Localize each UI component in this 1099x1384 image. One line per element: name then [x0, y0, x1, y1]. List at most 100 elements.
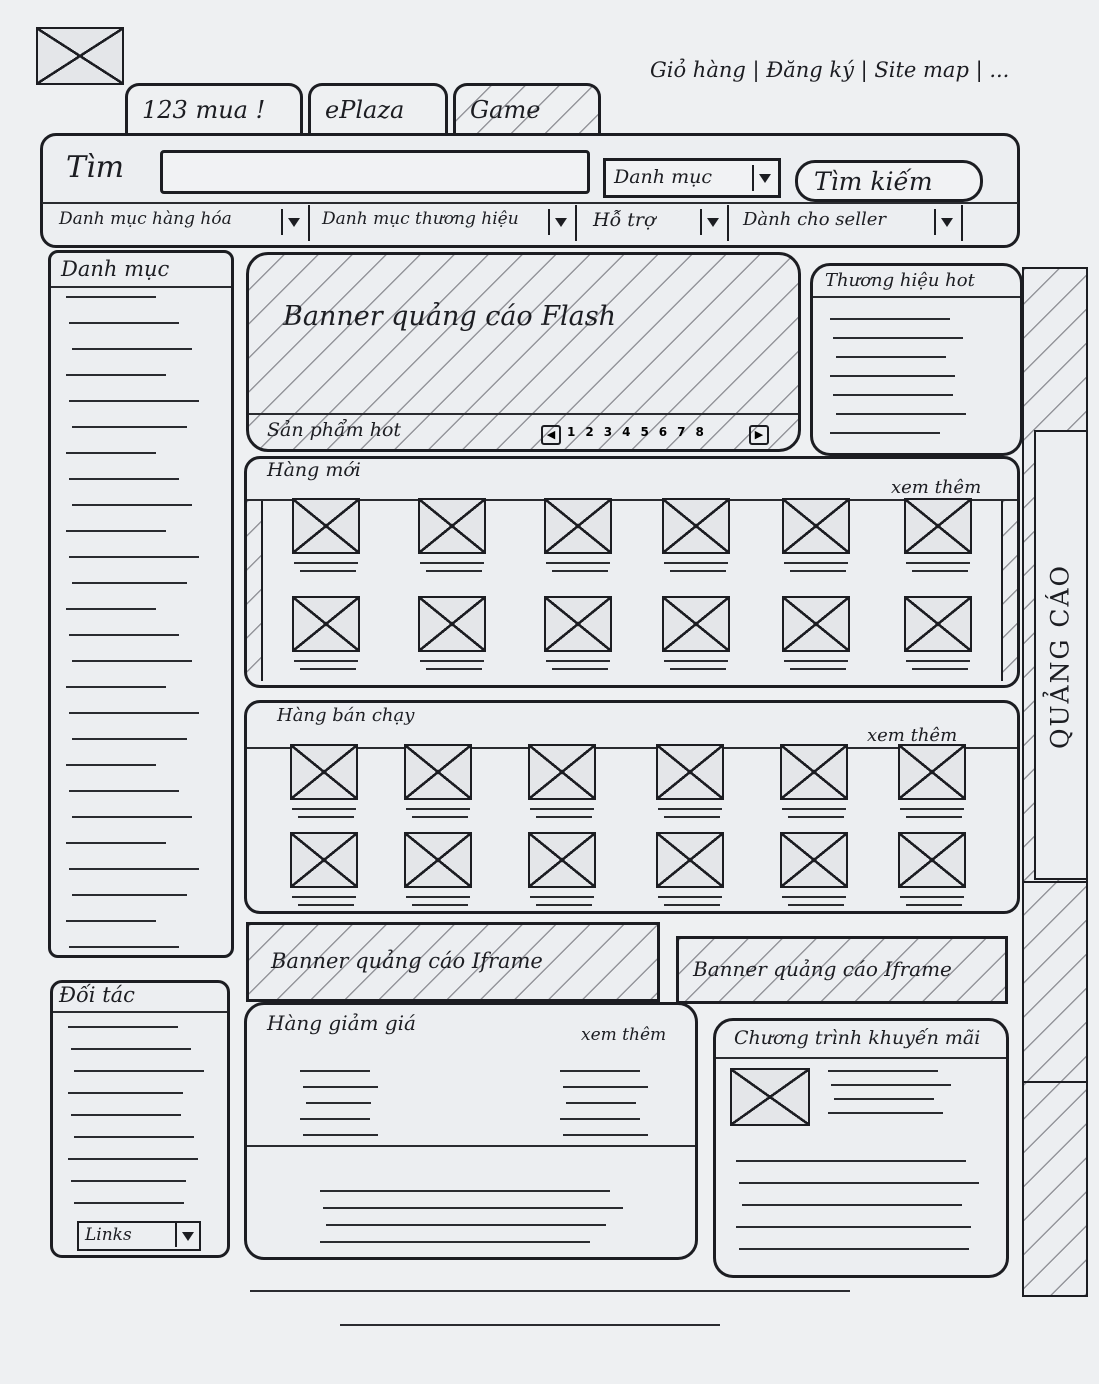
tab-123mua[interactable]: 123 mua ! [125, 83, 303, 133]
category-link[interactable] [66, 374, 166, 376]
new-products-more-link[interactable]: xem thêm [891, 477, 981, 498]
product-caption-line[interactable] [906, 562, 970, 564]
category-link[interactable] [66, 764, 156, 766]
category-link[interactable] [66, 296, 156, 298]
product-caption-line[interactable] [670, 668, 726, 670]
product-thumbnail-icon[interactable] [290, 744, 358, 800]
product-thumbnail-icon[interactable] [662, 596, 730, 652]
pager-page-number[interactable]: 3 [604, 425, 612, 439]
product-caption-line[interactable] [782, 808, 846, 810]
hot-brand-link[interactable] [836, 413, 966, 415]
category-link[interactable] [69, 712, 199, 714]
product-caption-line[interactable] [530, 808, 594, 810]
search-button[interactable]: Tìm kiếm [795, 160, 983, 202]
promotion-item-line[interactable] [834, 1098, 934, 1100]
category-link[interactable] [66, 608, 156, 610]
search-input[interactable] [160, 150, 590, 194]
pager-next-icon[interactable]: ▶ [749, 425, 769, 445]
product-caption-line[interactable] [906, 904, 962, 906]
partner-link[interactable] [68, 1158, 198, 1160]
discount-item-line[interactable] [306, 1102, 371, 1104]
promotion-item-line[interactable] [831, 1084, 951, 1086]
hot-brand-link[interactable] [830, 375, 955, 377]
pager-page-number[interactable]: 8 [696, 425, 704, 439]
product-thumbnail-icon[interactable] [656, 744, 724, 800]
product-caption-line[interactable] [420, 562, 484, 564]
category-link[interactable] [72, 582, 187, 584]
discount-item-line[interactable] [300, 1070, 370, 1072]
product-thumbnail-icon[interactable] [292, 596, 360, 652]
partner-link[interactable] [71, 1048, 191, 1050]
tab-eplaza[interactable]: ePlaza [308, 83, 448, 133]
hot-brand-link[interactable] [833, 394, 953, 396]
pager-page-number[interactable]: 2 [585, 425, 593, 439]
nav-item-support[interactable]: Hỗ trợ [579, 205, 729, 241]
product-thumbnail-icon[interactable] [544, 498, 612, 554]
product-caption-line[interactable] [406, 808, 470, 810]
product-caption-line[interactable] [788, 904, 844, 906]
product-caption-line[interactable] [906, 660, 970, 662]
category-link[interactable] [72, 504, 192, 506]
product-caption-line[interactable] [788, 816, 844, 818]
product-caption-line[interactable] [784, 660, 848, 662]
iframe-banner-right[interactable]: Banner quảng cáo Iframe [676, 936, 1008, 1004]
promotion-image-placeholder-icon[interactable] [730, 1068, 810, 1126]
promotion-item-line[interactable] [828, 1112, 943, 1114]
product-thumbnail-icon[interactable] [904, 596, 972, 652]
category-link[interactable] [66, 686, 166, 688]
top-links[interactable]: Giỏ hàng | Đăng ký | Site map | ... [650, 58, 1009, 82]
partner-link[interactable] [71, 1114, 181, 1116]
pager-page-number[interactable]: 7 [677, 425, 685, 439]
category-link[interactable] [69, 400, 199, 402]
promotion-item-line[interactable] [739, 1248, 969, 1250]
product-caption-line[interactable] [426, 570, 482, 572]
product-caption-line[interactable] [300, 570, 356, 572]
product-thumbnail-icon[interactable] [904, 498, 972, 554]
discount-item-line[interactable] [323, 1207, 623, 1209]
category-link[interactable] [69, 634, 179, 636]
partner-link[interactable] [74, 1136, 194, 1138]
discount-item-line[interactable] [560, 1118, 640, 1120]
product-caption-line[interactable] [658, 896, 722, 898]
pager-page-number[interactable]: 4 [622, 425, 630, 439]
pager-page-number[interactable]: 5 [640, 425, 648, 439]
product-caption-line[interactable] [412, 904, 468, 906]
product-caption-line[interactable] [664, 562, 728, 564]
product-thumbnail-icon[interactable] [782, 596, 850, 652]
promotion-item-line[interactable] [736, 1160, 966, 1162]
product-caption-line[interactable] [420, 660, 484, 662]
best-sellers-more-link[interactable]: xem thêm [867, 725, 957, 746]
product-caption-line[interactable] [664, 660, 728, 662]
promotion-item-line[interactable] [828, 1070, 938, 1072]
product-caption-line[interactable] [292, 896, 356, 898]
product-caption-line[interactable] [552, 668, 608, 670]
discount-item-line[interactable] [563, 1134, 648, 1136]
discount-item-line[interactable] [320, 1190, 610, 1192]
discount-item-line[interactable] [303, 1134, 378, 1136]
discount-item-line[interactable] [300, 1118, 370, 1120]
product-caption-line[interactable] [664, 904, 720, 906]
pager-page-number[interactable]: 1 [567, 425, 575, 439]
product-thumbnail-icon[interactable] [404, 744, 472, 800]
hot-brand-link[interactable] [833, 337, 963, 339]
product-thumbnail-icon[interactable] [292, 498, 360, 554]
product-caption-line[interactable] [300, 668, 356, 670]
product-caption-line[interactable] [298, 904, 354, 906]
category-link[interactable] [69, 946, 179, 948]
product-caption-line[interactable] [406, 896, 470, 898]
product-caption-line[interactable] [912, 668, 968, 670]
product-caption-line[interactable] [658, 808, 722, 810]
pager-page-number[interactable]: 6 [659, 425, 667, 439]
partner-link[interactable] [74, 1202, 184, 1204]
category-link[interactable] [69, 868, 199, 870]
category-link[interactable] [66, 920, 156, 922]
partner-link[interactable] [68, 1092, 183, 1094]
category-link[interactable] [72, 894, 187, 896]
partner-link[interactable] [68, 1026, 178, 1028]
pager-prev-icon[interactable]: ◀ [541, 425, 561, 445]
category-select[interactable]: Danh mục [603, 158, 781, 198]
hot-brand-link[interactable] [830, 432, 940, 434]
category-link[interactable] [66, 452, 156, 454]
product-thumbnail-icon[interactable] [656, 832, 724, 888]
nav-item-product-categories[interactable]: Danh mục hàng hóa [45, 205, 310, 241]
